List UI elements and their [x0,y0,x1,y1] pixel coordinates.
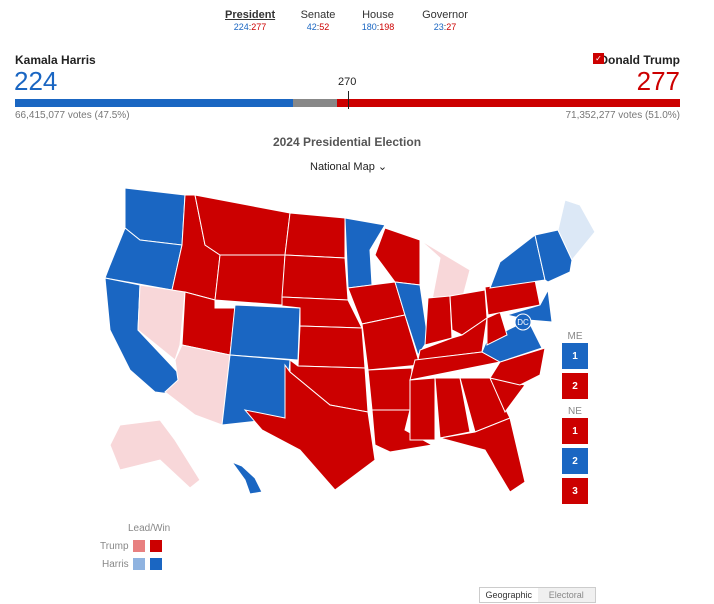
us-map: DC [104,187,596,495]
legend-trump: Trump [100,541,129,552]
electoral-toggle[interactable]: Electoral [537,588,595,602]
state-ks[interactable] [297,325,366,369]
dc-marker[interactable]: DC [514,313,532,331]
legend-harris: Harris [102,559,129,570]
ne-label: NE [568,406,582,417]
state-wi[interactable] [374,227,421,286]
state-in[interactable] [424,295,453,346]
me-district-2[interactable]: 2 [562,373,588,399]
me-district-1[interactable]: 1 [562,343,588,369]
map-mode-toggle: Geographic Electoral [479,587,596,603]
state-sd[interactable] [281,254,349,301]
harris-win-swatch [150,558,162,570]
state-hi[interactable] [230,460,263,495]
state-mt[interactable] [194,194,291,256]
state-nd[interactable] [284,212,346,259]
ne-district-3[interactable]: 3 [562,478,588,504]
geographic-toggle[interactable]: Geographic [480,588,538,602]
harris-lead-swatch [133,558,145,570]
state-mi[interactable] [419,239,471,301]
state-ar[interactable] [367,367,413,411]
legend-title: Lead/Win [128,523,171,534]
dc-label: DC [517,318,529,327]
state-ms[interactable] [409,377,436,441]
state-ut[interactable] [181,291,236,356]
state-co[interactable] [229,304,301,361]
trump-lead-swatch [133,540,145,552]
ne-district-1[interactable]: 1 [562,418,588,444]
me-label: ME [567,331,583,342]
state-wy[interactable] [214,254,286,306]
ne-district-2[interactable]: 2 [562,448,588,474]
trump-win-swatch [150,540,162,552]
state-ak[interactable] [109,419,201,489]
